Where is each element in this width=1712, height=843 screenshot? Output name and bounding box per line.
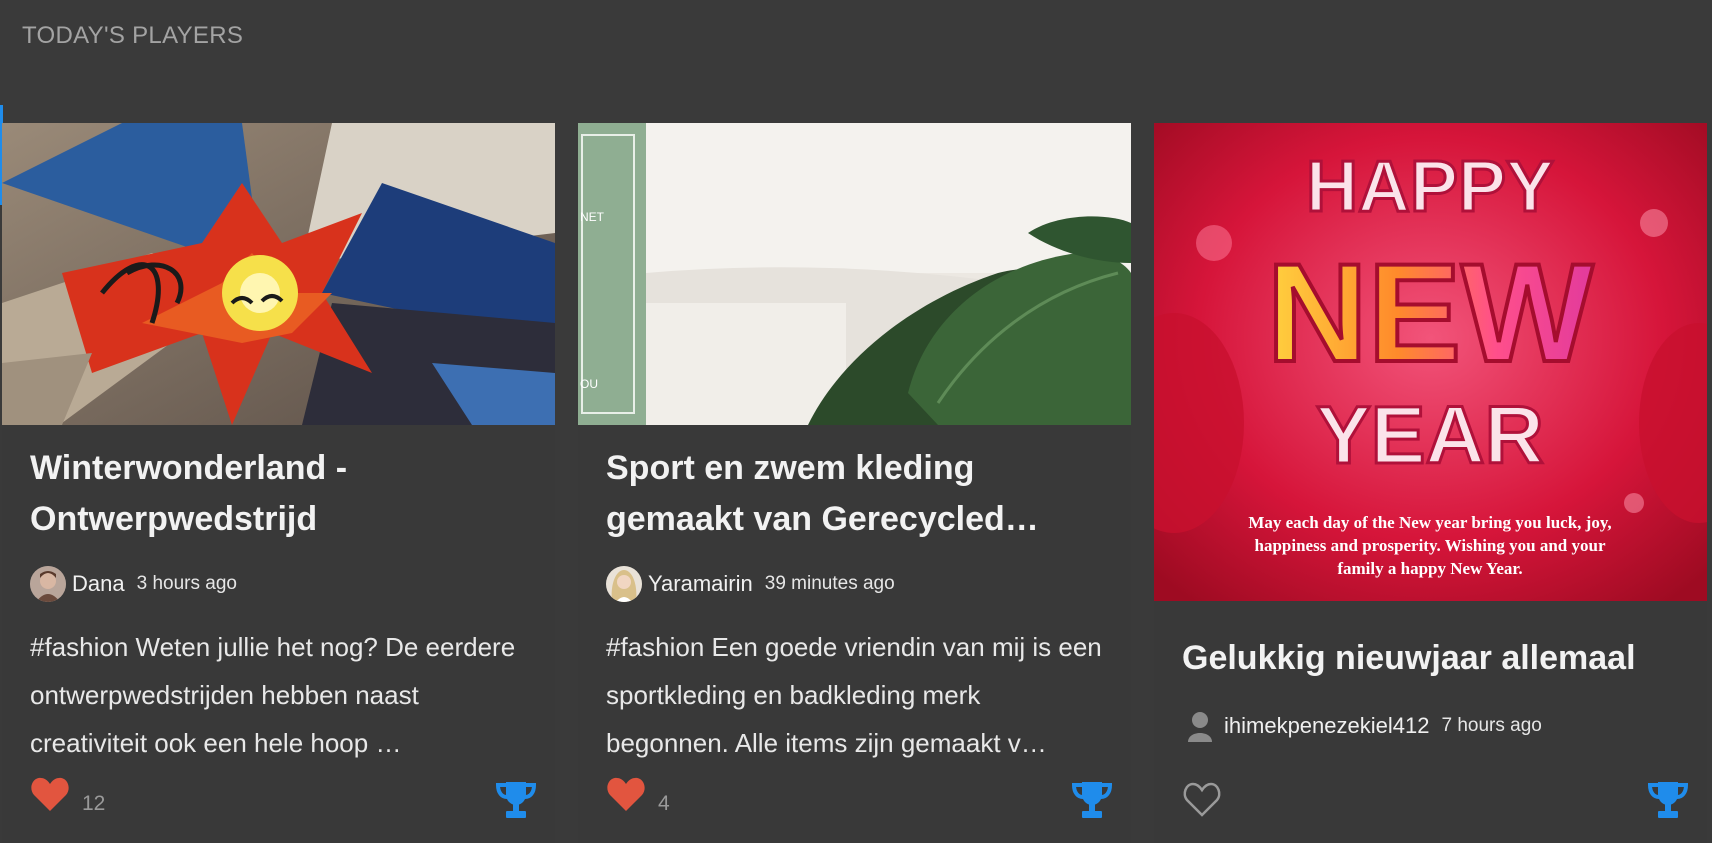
user-avatar[interactable]	[1182, 708, 1218, 744]
trophy-icon[interactable]	[1071, 780, 1113, 820]
post-title[interactable]: Sport en zwem kleding gemaakt van Gerecy…	[606, 443, 1106, 545]
post-card[interactable]: HAPPY NEW YEAR May each day of the New y…	[1154, 123, 1707, 843]
image-text: family a happy New Year.	[1337, 559, 1522, 578]
username[interactable]: Yaramairin	[648, 571, 753, 597]
heart-icon[interactable]	[606, 776, 646, 812]
image-text: HAPPY	[1306, 147, 1554, 227]
heart-icon[interactable]	[30, 776, 70, 812]
image-text: NEW	[1267, 234, 1594, 391]
post-card[interactable]: Winterwonderland - Ontwerpwedstrijd Dana…	[2, 123, 555, 843]
username[interactable]: ihimekpenezekiel412	[1224, 713, 1429, 739]
post-description: #fashion Een goede vriendin van mij is e…	[606, 632, 1102, 758]
image-text: happiness and prosperity. Wishing you an…	[1255, 536, 1606, 555]
heart-icon[interactable]	[1182, 781, 1222, 817]
like-count: 4	[658, 792, 670, 815]
post-time: 39 minutes ago	[764, 573, 895, 594]
username[interactable]: Dana	[72, 571, 125, 597]
image-text: YEAR	[1316, 390, 1544, 481]
image-text: May each day of the New year bring you l…	[1248, 513, 1611, 532]
image-text: OU	[580, 377, 598, 391]
post-meta: ihimekpenezekiel412 7 hours ago	[1182, 707, 1542, 745]
post-image[interactable]: HAPPY NEW YEAR May each day of the New y…	[1154, 123, 1707, 601]
post-description: #fashion Weten jullie het nog? De eerder…	[30, 632, 516, 758]
trophy-icon[interactable]	[1647, 780, 1689, 820]
user-avatar[interactable]	[606, 566, 642, 602]
post-image[interactable]: NET OU	[578, 123, 1131, 425]
like-count: 12	[82, 792, 106, 815]
post-title[interactable]: Winterwonderland - Ontwerpwedstrijd	[30, 443, 530, 545]
post-card[interactable]: NET OU Sport en zwem kleding gemaakt van…	[578, 123, 1131, 843]
user-avatar[interactable]	[30, 566, 66, 602]
post-title[interactable]: Gelukkig nieuwjaar allemaal	[1182, 633, 1682, 684]
post-meta: Dana 3 hours ago	[30, 565, 237, 603]
post-image[interactable]	[2, 123, 555, 425]
section-title: TODAY'S PLAYERS	[22, 22, 244, 49]
post-time: 7 hours ago	[1441, 715, 1542, 736]
post-time: 3 hours ago	[136, 573, 237, 594]
post-meta: Yaramairin 39 minutes ago	[606, 565, 895, 603]
image-text: NET	[580, 210, 605, 224]
trophy-icon[interactable]	[495, 780, 537, 820]
